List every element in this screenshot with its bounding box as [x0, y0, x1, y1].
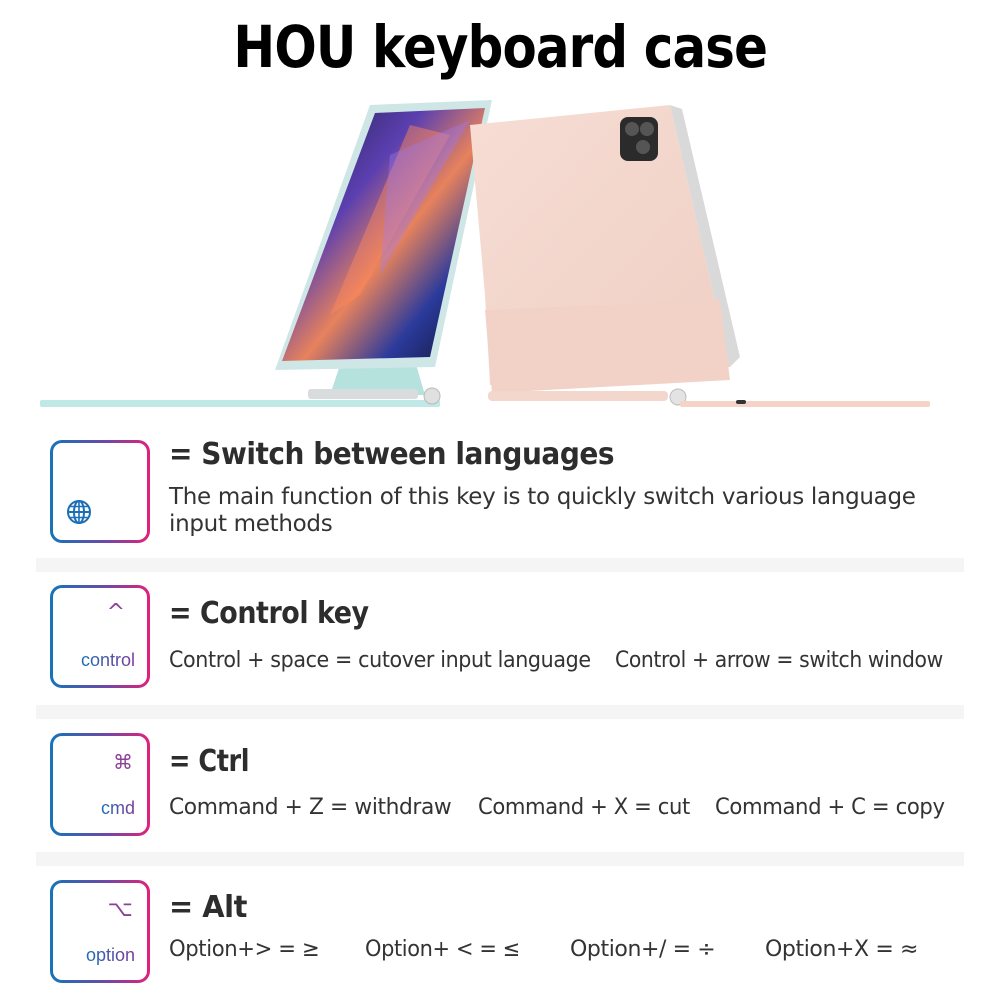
separator	[36, 558, 964, 572]
option-key-face: ⌥ option	[53, 883, 147, 980]
section-heading-alt: = Alt	[169, 890, 247, 925]
control-key-label: control	[80, 650, 135, 670]
shortcut-option-slash: Option+/ = ÷	[570, 937, 716, 962]
globe-key	[50, 440, 150, 543]
section-heading-control: = Control key	[169, 596, 369, 631]
separator	[36, 852, 964, 866]
shortcut-control-space: Control + space = cutover input language	[169, 648, 591, 673]
shortcut-command-z: Command + Z = withdraw	[169, 795, 452, 820]
control-key: ^ control	[50, 585, 150, 688]
option-key: ⌥ option	[50, 880, 150, 983]
caret-icon: ^	[106, 600, 125, 625]
option-key-label: option	[85, 945, 135, 965]
command-key: ⌘ cmd	[50, 733, 150, 836]
pink-keyboard-case	[470, 105, 930, 407]
section-description-line-2: input methods	[169, 511, 333, 537]
page-title-text: HOU keyboard case	[233, 13, 767, 81]
option-icon: ⌥	[107, 897, 133, 922]
control-key-face: ^ control	[53, 588, 147, 685]
shortcut-option-less: Option+ < = ≤	[365, 937, 520, 962]
shortcut-control-arrow: Control + arrow = switch window	[615, 648, 943, 673]
command-icon: ⌘	[113, 750, 133, 774]
command-key-label: cmd	[100, 798, 135, 818]
shortcut-command-x: Command + X = cut	[478, 795, 690, 820]
product-hero-image	[40, 100, 930, 407]
shortcut-option-x: Option+X = ≈	[765, 937, 918, 962]
section-description-line-1: The main function of this key is to quic…	[169, 484, 916, 510]
separator	[36, 705, 964, 719]
section-heading-language: = Switch between languages	[169, 437, 615, 472]
shortcut-command-c: Command + C = copy	[715, 795, 945, 820]
command-key-face: ⌘ cmd	[53, 736, 147, 833]
globe-key-face	[53, 443, 147, 540]
page-title: HOU keyboard case	[0, 8, 1000, 86]
ipad-front	[275, 100, 492, 370]
globe-icon	[67, 500, 91, 524]
section-heading-ctrl: = Ctrl	[169, 744, 250, 779]
shortcut-option-greater: Option+> = ≥	[169, 937, 320, 962]
